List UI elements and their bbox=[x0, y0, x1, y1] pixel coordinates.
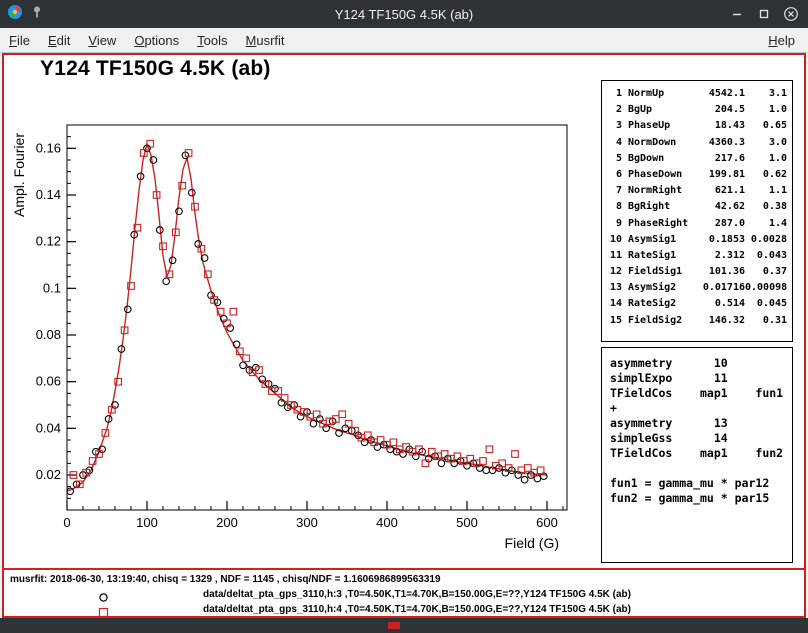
x-tick-label: 500 bbox=[456, 515, 478, 530]
theory-line: fun2 = gamma_mu * par15 bbox=[610, 491, 792, 506]
application-window: Y124 TF150G 4.5K (ab) FileEditViewOption… bbox=[0, 0, 808, 633]
param-row: 7NormRight621.11.1 bbox=[607, 183, 790, 199]
menu-item-options[interactable]: Options bbox=[125, 31, 188, 50]
param-row: 9PhaseRight287.01.4 bbox=[607, 216, 790, 232]
param-row: 14RateSig20.5140.045 bbox=[607, 296, 790, 312]
plot-legend: data/deltat_pta_gps_3110,h:3 ,T0=4.50K,T… bbox=[4, 588, 804, 618]
param-row: 3PhaseUp18.430.65 bbox=[607, 118, 790, 134]
param-row: 11RateSig12.3120.043 bbox=[607, 248, 790, 264]
fourier-amplitude-plot[interactable]: 0 100 200 300 400 500 600 0.02 0.04 0.06 0.08 0.1 0.… bbox=[4, 111, 604, 563]
theory-line: simplExpo 11 bbox=[610, 371, 792, 386]
param-row: 12FieldSig1101.360.37 bbox=[607, 264, 790, 280]
menubar: FileEditViewOptionsToolsMusrfit Help bbox=[0, 28, 808, 53]
param-row: 10AsymSig10.18530.0028 bbox=[607, 232, 790, 248]
y-tick-label: 0.14 bbox=[36, 187, 61, 202]
pad-separator-line bbox=[4, 568, 804, 570]
theory-function-box: asymmetry 10simplExpo 11TFieldCos map1 f… bbox=[601, 347, 793, 563]
plot-title: Y124 TF150G 4.5K (ab) bbox=[40, 57, 271, 81]
theory-line: asymmetry 10 bbox=[610, 356, 792, 371]
titlebar[interactable]: Y124 TF150G 4.5K (ab) bbox=[0, 0, 808, 28]
param-row: 15FieldSig2146.320.31 bbox=[607, 313, 790, 329]
legend-item: data/deltat_pta_gps_3110,h:4 ,T0=4.50K,T… bbox=[4, 603, 804, 618]
theory-line: asymmetry 13 bbox=[610, 416, 792, 431]
menu-right: Help bbox=[759, 31, 804, 50]
theory-line: TFieldCos map1 fun1 bbox=[610, 386, 792, 401]
legend-text: data/deltat_pta_gps_3110,h:4 ,T0=4.50K,T… bbox=[203, 604, 631, 615]
y-tick-label: 0.04 bbox=[36, 420, 61, 435]
menu-item-view[interactable]: View bbox=[79, 31, 125, 50]
fit-parameters-box: 1NormUp4542.13.12BgUp204.51.03PhaseUp18.… bbox=[601, 80, 793, 342]
pin-icon[interactable] bbox=[30, 5, 44, 24]
taskbar bbox=[0, 618, 808, 633]
x-tick-label: 200 bbox=[216, 515, 238, 530]
menu-item-musrfit[interactable]: Musrfit bbox=[237, 31, 294, 50]
x-tick-label: 400 bbox=[376, 515, 398, 530]
menu-left: FileEditViewOptionsToolsMusrfit bbox=[0, 31, 294, 50]
legend-item: data/deltat_pta_gps_3110,h:3 ,T0=4.50K,T… bbox=[4, 588, 804, 603]
root-canvas[interactable]: Y124 TF150G 4.5K (ab) 0 100 200 300 400 500 60… bbox=[2, 53, 806, 618]
y-tick-label: 0.08 bbox=[36, 327, 61, 342]
x-axis-title: Field (G) bbox=[505, 535, 559, 551]
maximize-button[interactable] bbox=[756, 6, 772, 22]
minimize-button[interactable] bbox=[729, 6, 745, 22]
x-tick-label: 600 bbox=[536, 515, 558, 530]
menu-item-edit[interactable]: Edit bbox=[39, 31, 79, 50]
param-row: 2BgUp204.51.0 bbox=[607, 102, 790, 118]
y-axis-title: Ampl. Fourier bbox=[11, 133, 27, 217]
theory-line: + bbox=[610, 401, 792, 416]
param-row: 1NormUp4542.13.1 bbox=[607, 86, 790, 102]
x-tick-label: 300 bbox=[296, 515, 318, 530]
legend-text: data/deltat_pta_gps_3110,h:3 ,T0=4.50K,T… bbox=[203, 589, 631, 600]
x-tick-label: 0 bbox=[63, 515, 70, 530]
param-row: 8BgRight42.620.38 bbox=[607, 199, 790, 215]
menu-item-help[interactable]: Help bbox=[759, 31, 804, 50]
theory-line: fun1 = gamma_mu * par12 bbox=[610, 476, 792, 491]
param-row: 6PhaseDown199.810.62 bbox=[607, 167, 790, 183]
app-icon bbox=[7, 4, 23, 25]
window-title: Y124 TF150G 4.5K (ab) bbox=[0, 7, 808, 22]
y-tick-label: 0.1 bbox=[43, 280, 61, 295]
y-tick-label: 0.02 bbox=[36, 467, 61, 482]
param-row: 4NormDown4360.33.0 bbox=[607, 135, 790, 151]
taskbar-item-indicator[interactable] bbox=[388, 622, 400, 629]
x-tick-label: 100 bbox=[136, 515, 158, 530]
menu-item-file[interactable]: File bbox=[0, 31, 39, 50]
y-tick-label: 0.06 bbox=[36, 374, 61, 389]
theory-line: simpleGss 14 bbox=[610, 431, 792, 446]
fit-info-text: musrfit: 2018-06-30, 13:19:40, chisq = 1… bbox=[10, 574, 441, 585]
close-button[interactable] bbox=[783, 6, 799, 22]
theory-line: TFieldCos map1 fun2 bbox=[610, 446, 792, 461]
y-tick-label: 0.12 bbox=[36, 234, 61, 249]
menu-item-tools[interactable]: Tools bbox=[188, 31, 236, 50]
param-row: 5BgDown217.61.0 bbox=[607, 151, 790, 167]
y-tick-label: 0.16 bbox=[36, 140, 61, 155]
param-row: 13AsymSig20.017160.00098 bbox=[607, 280, 790, 296]
theory-line bbox=[610, 461, 792, 476]
